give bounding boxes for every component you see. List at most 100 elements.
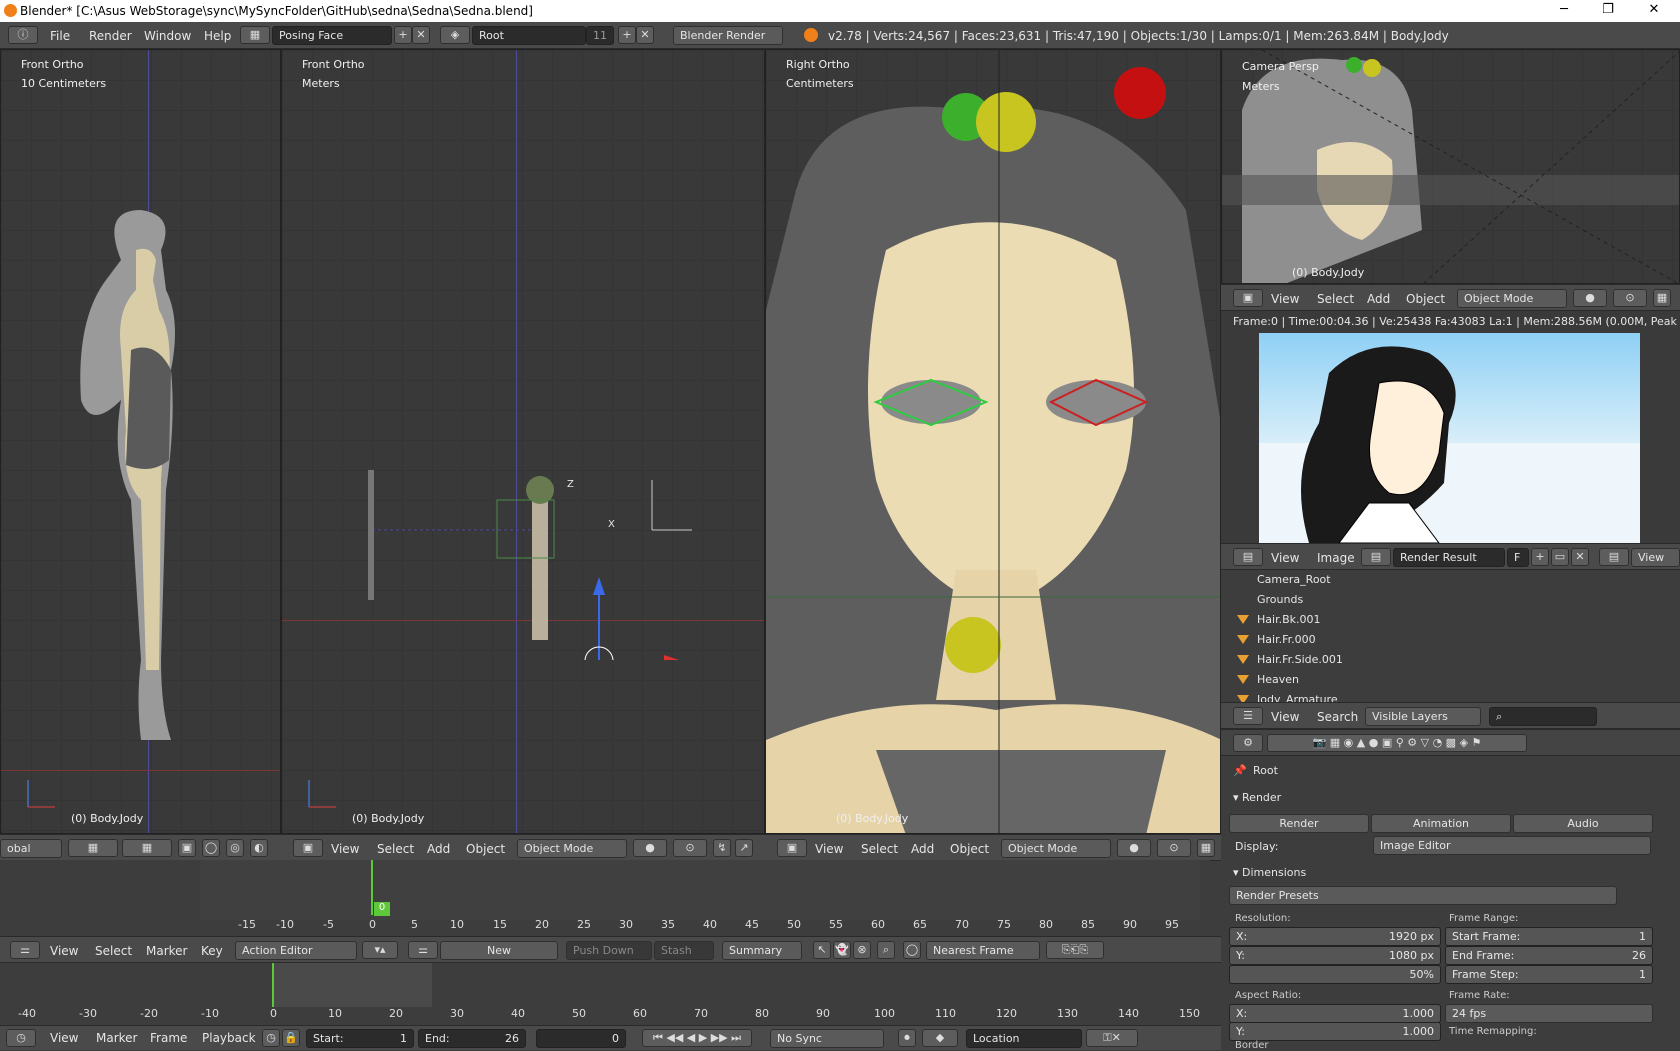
layers-icon[interactable]: ▦ (1197, 839, 1215, 857)
editor-type-icon[interactable]: ▣ (293, 839, 323, 857)
translate-icon[interactable]: ↗ (735, 839, 753, 857)
key-menu[interactable]: Key (201, 944, 223, 958)
view-menu[interactable]: View (50, 1031, 78, 1045)
insert-delete-key-icons[interactable]: ⚿✕ (1086, 1029, 1138, 1047)
outliner-search-input[interactable]: ⌕ (1489, 707, 1597, 726)
playback-menu[interactable]: Playback (202, 1031, 256, 1045)
preview-range-icon[interactable]: ◷ (262, 1029, 280, 1047)
view-menu[interactable]: View (815, 842, 843, 856)
outliner-row[interactable]: Hair.Fr.Side.001 (1221, 650, 1646, 670)
resolution-y-field[interactable]: Y: 1080 px (1229, 946, 1441, 965)
render-button[interactable]: Render (1229, 814, 1369, 833)
mode-select[interactable]: Object Mode (517, 839, 627, 858)
marker-menu[interactable]: Marker (146, 944, 187, 958)
mode-select[interactable]: Object Mode (1001, 839, 1111, 858)
object-menu[interactable]: Object (950, 842, 989, 856)
info-editor-type-icon[interactable]: ⓘ (8, 26, 38, 44)
select-menu[interactable]: Select (377, 842, 414, 856)
resolution-percentage-slider[interactable]: 50% (1229, 965, 1441, 984)
start-frame-field[interactable]: Start: 1 (306, 1029, 414, 1048)
outliner-row[interactable]: Hair.Bk.001 (1221, 610, 1646, 630)
end-frame-prop[interactable]: End Frame: 26 (1445, 946, 1653, 965)
keying-set-field[interactable]: Location (966, 1029, 1082, 1048)
display-select[interactable]: Image Editor (1373, 836, 1651, 855)
mode-select[interactable]: Object Mode (1457, 289, 1567, 308)
outliner-row[interactable]: Camera_Root (1221, 570, 1646, 590)
select-menu[interactable]: Select (1317, 292, 1354, 306)
image-open-icon[interactable]: ▭ (1551, 548, 1569, 566)
ogl-render-icon[interactable]: ◎ (226, 839, 244, 857)
select-menu[interactable]: Select (95, 944, 132, 958)
viewport-front-ortho-1[interactable]: Front Ortho 10 Centimeters (0) Body.Jody (0, 49, 281, 834)
end-frame-field[interactable]: End: 26 (418, 1029, 526, 1048)
viewport-shading-icon[interactable]: ● (1573, 289, 1607, 307)
maximize-button[interactable]: ❐ (1588, 2, 1628, 20)
image-menu[interactable]: Image (1317, 551, 1355, 565)
layers-icon[interactable]: ▦ (1653, 289, 1671, 307)
start-frame-prop[interactable]: Start Frame: 1 (1445, 927, 1653, 946)
menu-window[interactable]: Window (144, 29, 191, 43)
autosnap-icon[interactable]: ◯ (903, 941, 921, 959)
audio-button[interactable]: Audio (1513, 814, 1653, 833)
menu-render[interactable]: Render (89, 29, 132, 43)
scene-remove-icon[interactable]: ✕ (636, 26, 654, 44)
new-action-button[interactable]: New (440, 941, 558, 960)
outliner-row[interactable]: Jody_Armature (1221, 690, 1646, 702)
playback-controls[interactable]: ⏮ ◀◀ ◀ ▶ ▶▶ ⏭ (642, 1029, 752, 1047)
layers-icon[interactable]: ▦ (68, 839, 118, 857)
image-editor[interactable]: Frame:0 | Time:00:04.36 | Ve:25438 Fa:43… (1221, 311, 1680, 543)
image-browse-icon[interactable]: ▤ (1361, 548, 1391, 566)
object-menu[interactable]: Object (466, 842, 505, 856)
aspect-x-field[interactable]: X: 1.000 (1229, 1004, 1441, 1023)
shading-icon[interactable]: ◐ (250, 839, 268, 857)
view-menu[interactable]: View (1271, 292, 1299, 306)
action-browse-icon[interactable]: ⚌ (408, 941, 438, 959)
menu-help[interactable]: Help (204, 29, 231, 43)
dimensions-section-header[interactable]: ▾ Dimensions (1233, 866, 1306, 879)
image-editor-icon[interactable]: ▤ (1233, 548, 1263, 566)
viewport-right-ortho[interactable]: Right Ortho Centimeters (0) Body.Jody (765, 49, 1221, 834)
outliner-editor-icon[interactable]: ☰ (1233, 707, 1263, 725)
fake-user-toggle[interactable]: F (1507, 548, 1529, 567)
sync-mode-select[interactable]: No Sync (770, 1029, 884, 1048)
menu-file[interactable]: File (50, 29, 70, 43)
outliner[interactable]: Camera_Root Grounds Hair.Bk.001 Hair.Fr.… (1221, 570, 1680, 702)
image-unlink-icon[interactable]: ✕ (1571, 548, 1589, 566)
nav-arrows-icon[interactable]: ▾▴ (362, 941, 398, 959)
errors-icon[interactable]: ⊗ (853, 941, 871, 959)
marker-menu[interactable]: Marker (96, 1031, 137, 1045)
timeline-editor-icon[interactable]: ◷ (6, 1029, 36, 1047)
add-menu[interactable]: Add (911, 842, 934, 856)
render-engine-select[interactable]: Blender Render (673, 26, 783, 45)
dopesheet-editor-icon[interactable]: ⚌ (10, 941, 40, 959)
scene-add-icon[interactable]: + (618, 26, 636, 44)
lock-range-icon[interactable]: 🔒 (282, 1029, 300, 1047)
add-menu[interactable]: Add (1367, 292, 1390, 306)
dopesheet-mode-select[interactable]: Action Editor (235, 941, 357, 960)
copy-paste-icons[interactable]: ⎘⎗⎘ (1046, 941, 1104, 959)
scene-selector[interactable]: Root (472, 26, 586, 45)
render-presets-select[interactable]: Render Presets (1229, 886, 1617, 905)
resolution-x-field[interactable]: X: 1920 px (1229, 927, 1441, 946)
viewport-shading-icon[interactable]: ● (633, 839, 667, 857)
manipulator-icon[interactable]: ↯ (713, 839, 731, 857)
aspect-y-field[interactable]: Y: 1.000 (1229, 1022, 1441, 1041)
pivot-point-icon[interactable]: ⊙ (1613, 289, 1647, 307)
viewport-front-ortho-2[interactable]: Front Ortho Meters Z X (0) Body.Jody (281, 49, 765, 834)
layout-add-icon[interactable]: + (394, 26, 412, 44)
current-frame-field[interactable]: 0 (536, 1029, 626, 1048)
playhead[interactable] (371, 860, 373, 915)
search-menu[interactable]: Search (1317, 710, 1358, 724)
object-menu[interactable]: Object (1406, 292, 1445, 306)
layout-selector[interactable]: Posing Face (272, 26, 392, 45)
display-mode-select[interactable]: Visible Layers (1365, 707, 1481, 726)
pivot-point-icon[interactable]: ⊙ (1157, 839, 1191, 857)
keyframe-type-icon[interactable]: ◆ (922, 1029, 958, 1047)
transform-orientation-select[interactable]: obal (0, 839, 62, 858)
stash-button[interactable]: Stash (654, 941, 714, 960)
editor-type-icon[interactable]: ▣ (1233, 289, 1263, 307)
layout-grid-icon[interactable]: ▦ (240, 26, 270, 44)
editor-type-icon[interactable]: ▣ (777, 839, 807, 857)
outliner-row[interactable]: Grounds (1221, 590, 1646, 610)
properties-context-tabs[interactable]: 📷 ▦ ◉ ▲ ● ▣ ⚲ ⚙ ▽ ◔ ▩ ◈ ⚑ (1267, 734, 1527, 752)
